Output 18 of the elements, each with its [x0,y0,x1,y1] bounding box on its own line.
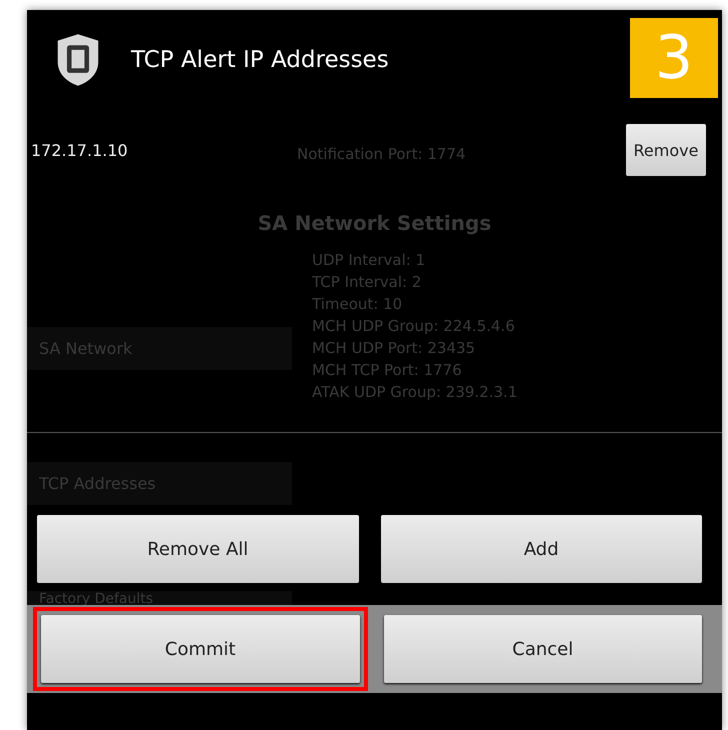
remove-button[interactable]: Remove [626,124,706,176]
info-line: Timeout: 10 [312,294,404,315]
dialog-button[interactable]: Add [380,515,702,583]
info-line: MCH UDP Port: 23435 [312,338,476,359]
info-line: UDP Interval: 1 [312,250,426,271]
step-badge: 3 [630,18,718,98]
notification-text: Notification Port: 1774 [297,145,466,163]
section-title: SA Network Settings [256,211,492,235]
shield-icon [55,32,101,88]
dialog-title: TCP Alert IP Addresses [131,47,390,73]
dialog-button[interactable]: Commit [41,615,360,683]
info-line: MCH TCP Port: 1776 [312,360,463,381]
dialog-button[interactable]: Cancel [384,615,702,683]
info-line: MCH UDP Group: 224.5.4.6 [312,316,516,337]
info-line: ATAK UDP Group: 239.2.3.1 [312,382,518,403]
dialog-button[interactable]: Remove All [37,515,358,583]
ip-address: 172.17.1.10 [31,140,128,160]
info-line: TCP Interval: 2 [312,272,422,293]
